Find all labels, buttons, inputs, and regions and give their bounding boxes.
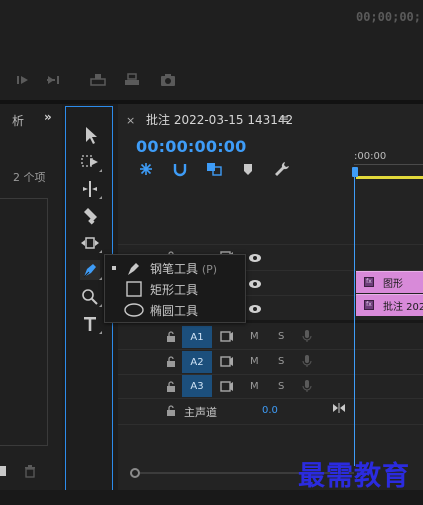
image-clip[interactable]: fx 批注 2022 [356,294,423,316]
snap-icon[interactable] [171,160,189,178]
tool-group-indicator [99,277,102,280]
solo-button[interactable]: S [278,381,284,392]
microphone-icon[interactable] [302,380,312,392]
overwrite-icon[interactable] [124,73,140,87]
project-bin-area[interactable] [0,198,48,446]
nest-icon[interactable] [137,160,155,178]
track-separator [118,398,423,399]
shortcut-label: (P) [201,262,218,276]
mute-button[interactable]: M [250,381,259,392]
tool-group-indicator [99,250,102,253]
project-tab[interactable]: 析 [12,112,24,129]
menu-item-label: 钢笔工具 (P) [150,260,217,277]
track-select-tool-icon[interactable] [80,152,102,172]
track-separator [118,244,423,245]
step-forward-icon[interactable] [15,73,31,87]
export-frame-icon[interactable] [160,73,176,87]
master-volume-value[interactable]: 0.0 [262,405,278,416]
selected-bullet [112,266,116,270]
lock-icon[interactable] [166,331,176,342]
razor-tool-icon[interactable] [80,206,100,226]
item-count: 2 个项 [13,171,46,184]
ellipse-icon [124,302,144,318]
selection-tool-icon[interactable] [80,125,100,145]
go-to-end-icon[interactable] [332,402,346,414]
rectangle-tool-label: 矩形工具 [150,282,199,297]
clip-label: 批注 2022 [383,302,423,313]
close-sequence-icon[interactable]: × [126,114,135,127]
panel-menu-icon[interactable]: ≡ [279,112,289,126]
mute-button[interactable]: M [250,331,259,342]
track-separator [118,349,423,350]
solo-button[interactable]: S [278,356,284,367]
fx-badge: fx [364,277,374,287]
linked-selection-icon[interactable] [205,160,223,178]
pen-icon [124,260,144,276]
pen-tool-label: 钢笔工具 [150,261,199,276]
scrollbar-handle[interactable] [130,468,140,478]
new-item-icon[interactable] [0,466,6,476]
program-timecode: 00;00;00; [355,10,421,24]
menu-item-ellipse-tool[interactable]: 椭圆工具 [105,300,245,320]
work-area-bar[interactable] [356,176,423,179]
ruler-time-label: :00:00 [354,151,387,162]
eye-icon[interactable] [248,279,262,289]
slip-tool-icon[interactable] [80,233,102,253]
menu-item-pen-tool[interactable]: 钢笔工具 (P) [105,258,245,278]
microphone-icon[interactable] [302,330,312,342]
microphone-icon[interactable] [302,355,312,367]
master-track-label: 主声道 [184,406,217,419]
ellipse-tool-label: 椭圆工具 [150,303,199,318]
solo-button[interactable]: S [278,331,284,342]
rectangle-icon [124,281,144,297]
track-target-a3[interactable]: A3 [182,375,212,397]
clip-label: 图形 [383,279,403,290]
watermark-logo: 最需教育 [298,461,410,492]
sync-lock-icon[interactable] [220,331,234,342]
eye-icon[interactable] [248,253,262,263]
add-marker-icon[interactable] [239,160,257,178]
lock-icon[interactable] [166,405,176,416]
playhead-handle[interactable] [352,167,358,177]
program-monitor-panel: 00;00;00; [0,0,423,100]
tool-group-indicator [99,304,102,307]
lock-icon[interactable] [166,381,176,392]
track-separator [118,424,423,425]
zoom-tool-icon[interactable] [80,287,102,307]
tool-group-indicator [99,196,102,199]
sync-lock-icon[interactable] [220,381,234,392]
tool-group-indicator [99,169,102,172]
fx-badge: fx [364,300,374,310]
menu-item-rectangle-tool[interactable]: 矩形工具 [105,279,245,299]
timeline-timecode[interactable]: 00:00:00:00 [136,137,246,156]
pen-tool-icon[interactable] [80,260,102,280]
track-target-a2[interactable]: A2 [182,351,212,373]
playhead-line[interactable] [354,176,355,466]
sync-lock-icon[interactable] [220,356,234,367]
ripple-edit-tool-icon[interactable] [80,179,102,199]
track-separator [118,374,423,375]
mute-button[interactable]: M [250,356,259,367]
panel-overflow-icon[interactable]: » [44,110,52,124]
trash-icon[interactable] [23,464,37,478]
pen-tool-flyout-menu: 钢笔工具 (P) 矩形工具 椭圆工具 [104,254,246,323]
type-tool-icon[interactable] [80,314,102,334]
eye-icon[interactable] [248,304,262,314]
graphic-clip[interactable]: fx 图形 [356,271,423,293]
track-target-a1[interactable]: A1 [182,326,212,348]
go-to-out-icon[interactable] [46,73,62,87]
sequence-tab-title[interactable]: 批注 2022-03-15 143142 [146,111,293,128]
tool-group-indicator [99,331,102,334]
insert-icon[interactable] [90,73,106,87]
time-ruler[interactable] [354,164,423,165]
lock-icon[interactable] [166,356,176,367]
wrench-icon[interactable] [273,160,291,178]
